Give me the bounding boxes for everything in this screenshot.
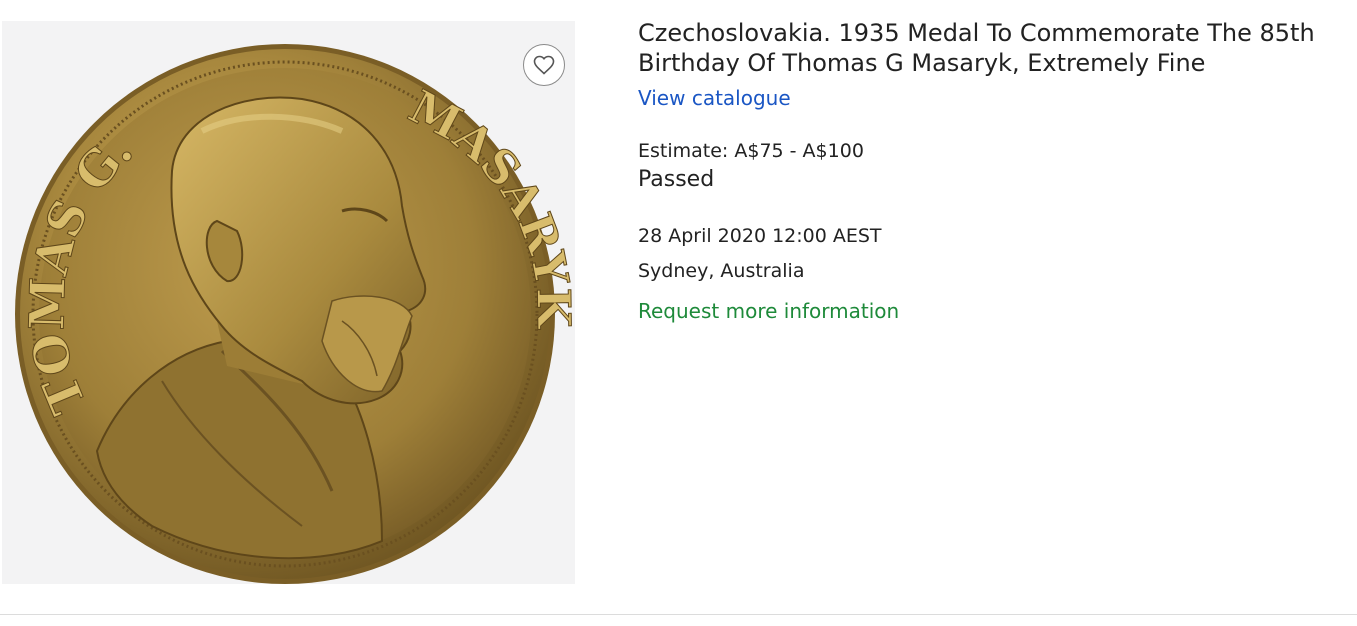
auction-location: Sydney, Australia	[638, 260, 805, 282]
favourite-button[interactable]	[523, 44, 565, 86]
lot-estimate: Estimate: A$75 - A$100	[638, 140, 864, 162]
request-info-link[interactable]: Request more information	[638, 298, 899, 324]
lot-listing: TOMAS G. MASARYK	[0, 0, 1357, 615]
view-catalogue-link[interactable]: View catalogue	[638, 85, 791, 111]
lot-status: Passed	[638, 167, 715, 192]
heart-icon	[533, 55, 555, 75]
auction-date: 28 April 2020 12:00 AEST	[638, 225, 882, 247]
lot-title[interactable]: Czechoslovakia. 1935 Medal To Commemorat…	[638, 18, 1338, 78]
divider	[0, 614, 1357, 615]
lot-image[interactable]: TOMAS G. MASARYK	[2, 21, 575, 584]
lot-details: Czechoslovakia. 1935 Medal To Commemorat…	[638, 18, 1338, 324]
medal-image: TOMAS G. MASARYK	[15, 44, 575, 584]
